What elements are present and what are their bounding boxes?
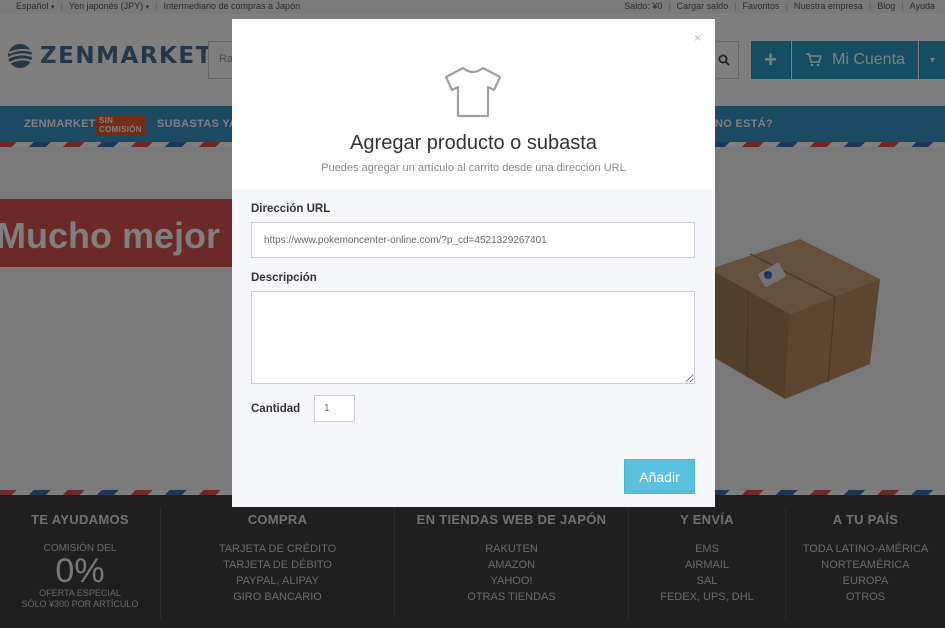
- modal-title: Agregar producto o subasta: [350, 132, 597, 154]
- modal-subtitle: Puedes agregar un artículo al carrito de…: [321, 162, 626, 174]
- quantity-label: Cantidad: [251, 403, 301, 415]
- tshirt-icon: [444, 66, 502, 118]
- quantity-field[interactable]: [314, 395, 355, 422]
- url-field[interactable]: [251, 222, 695, 258]
- url-label: Dirección URL: [251, 203, 331, 215]
- add-button[interactable]: Añadir: [624, 459, 695, 494]
- description-label: Descripción: [251, 272, 317, 284]
- description-field[interactable]: [251, 291, 695, 384]
- modal-form: Dirección URL Descripción Cantidad Añadi…: [232, 189, 715, 507]
- close-icon[interactable]: ×: [694, 31, 701, 45]
- add-product-modal: × Agregar producto o subasta Puedes agre…: [232, 19, 715, 507]
